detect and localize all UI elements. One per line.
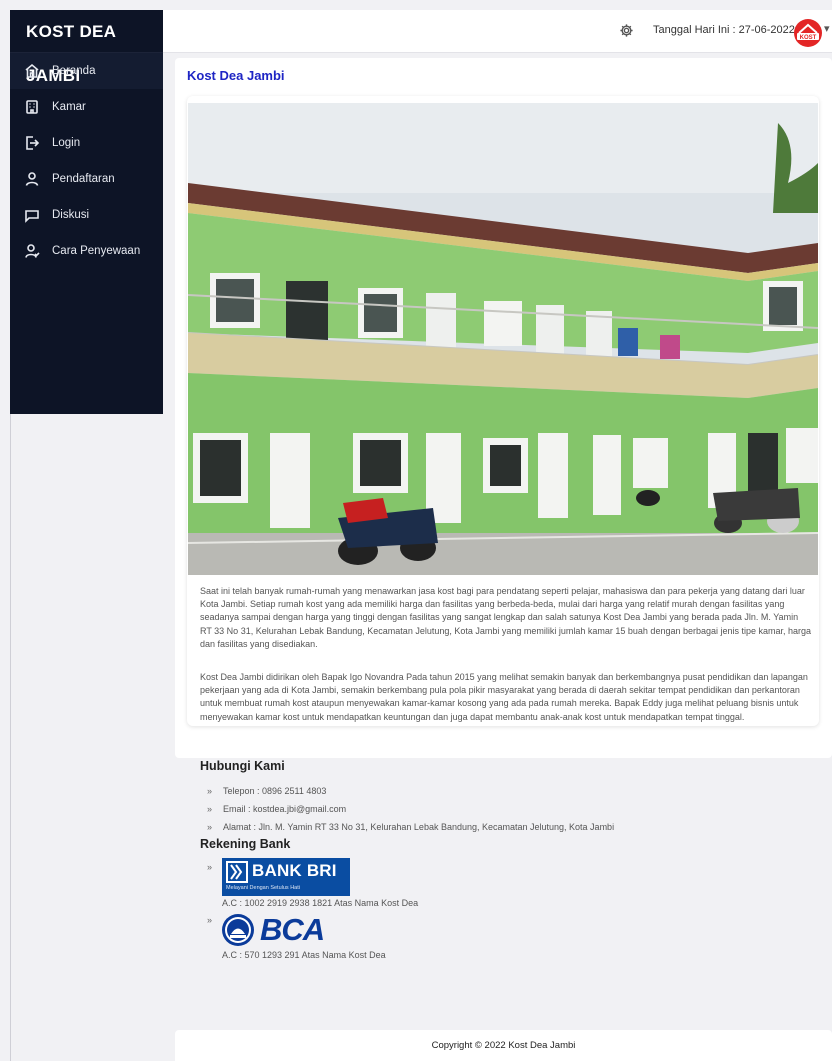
kost-building-photo (188, 103, 818, 575)
contact-heading: Hubungi Kami (200, 759, 285, 773)
bri-mark-icon (226, 861, 248, 883)
avatar[interactable]: KOST (794, 19, 822, 47)
contact-email: Email : kostdea.jbi@gmail.com (223, 804, 347, 814)
bri-account: A.C : 1002 2919 2938 1821 Atas Nama Kost… (222, 898, 419, 908)
sidebar-item-label: Diskusi (52, 209, 90, 221)
bullet-icon: » (207, 862, 213, 872)
chevron-down-icon[interactable]: ▾ (824, 22, 830, 35)
bca-logo: BCA (222, 912, 325, 948)
about-paragraph-2: Kost Dea Jambi didirikan oleh Bapak Igo … (200, 672, 808, 722)
building-icon (24, 99, 40, 115)
bullet-icon: » (207, 915, 213, 925)
sidebar-item-label: Beranda (52, 65, 96, 77)
bullet-icon: » (207, 786, 213, 796)
page-title: Kost Dea Jambi (187, 68, 285, 83)
avatar-text: KOST (800, 35, 817, 41)
bri-logo-text: BANK BRI (252, 861, 337, 880)
sidebar-item-login[interactable]: Login (10, 125, 163, 161)
bca-mark-icon (222, 914, 254, 946)
login-icon (24, 135, 40, 151)
sidebar-item-cara-penyewaan[interactable]: Cara Penyewaan (10, 233, 163, 269)
list-item: » Alamat : Jln. M. Yamin RT 33 No 31, Ke… (207, 818, 614, 836)
sidebar-item-pendaftaran[interactable]: Pendaftaran (10, 161, 163, 197)
bri-logo: BANK BRI Melayani Dengan Setulus Hati (222, 858, 350, 896)
bri-tagline: Melayani Dengan Setulus Hati (226, 885, 300, 891)
contact-phone: Telepon : 0896 2511 4803 (223, 786, 327, 796)
sidebar-item-diskusi[interactable]: Diskusi (10, 197, 163, 233)
copyright-text: Copyright © 2022 Kost Dea Jambi (431, 1040, 576, 1051)
topbar: Tanggal Hari Ini : 27-06-2022 KOST ▾ (163, 10, 832, 53)
bca-account: A.C : 570 1293 291 Atas Nama Kost Dea (222, 950, 386, 960)
bank-heading: Rekening Bank (200, 837, 291, 851)
sidebar-item-label: Login (52, 137, 81, 149)
user-icon (24, 171, 40, 187)
sidebar-item-label: Pendaftaran (52, 173, 115, 185)
contact-address: Alamat : Jln. M. Yamin RT 33 No 31, Kelu… (223, 822, 615, 832)
sidebar-item-label: Cara Penyewaan (52, 245, 141, 257)
contact-list: » Telepon : 0896 2511 4803 » Email : kos… (207, 782, 614, 836)
bullet-icon: » (207, 804, 213, 814)
current-date: Tanggal Hari Ini : 27-06-2022 (653, 24, 795, 36)
about-paragraph-1: Saat ini telah banyak rumah-rumah yang m… (200, 586, 812, 649)
list-item: » Email : kostdea.jbi@gmail.com (207, 800, 614, 818)
bca-logo-text: BCA (260, 912, 325, 947)
home-icon (24, 63, 40, 79)
list-item: » Telepon : 0896 2511 4803 (207, 782, 614, 800)
bullet-icon: » (207, 822, 213, 832)
gear-icon[interactable] (619, 23, 634, 38)
sidebar: KOST DEA JAMBI Beranda Kamar Login Penda… (10, 10, 163, 414)
brand-logo[interactable]: KOST DEA JAMBI (10, 10, 163, 85)
user-check-icon (24, 243, 40, 259)
chat-icon (24, 207, 40, 223)
footer: Copyright © 2022 Kost Dea Jambi (175, 1030, 832, 1061)
sidebar-item-label: Kamar (52, 101, 86, 113)
